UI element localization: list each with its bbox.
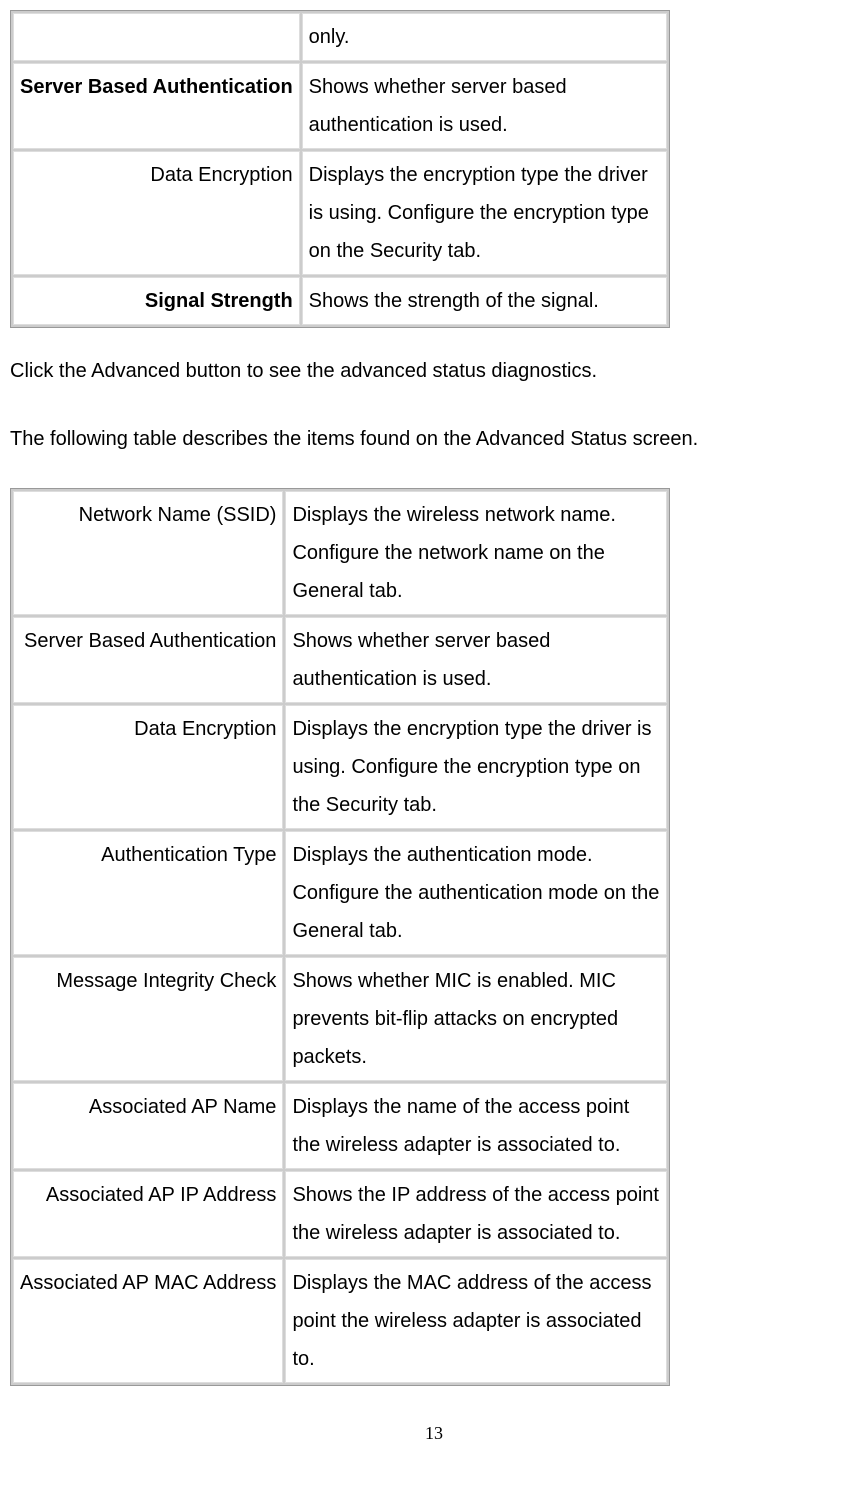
row-description: Shows whether server based authenticatio… [285, 617, 667, 703]
row-label: Network Name (SSID) [13, 491, 283, 615]
advanced-status-table: Network Name (SSID)Displays the wireless… [10, 488, 670, 1386]
row-description: Shows the IP address of the access point… [285, 1171, 667, 1257]
table-row: Signal StrengthShows the strength of the… [13, 277, 667, 325]
table-row: Message Integrity CheckShows whether MIC… [13, 957, 667, 1081]
row-description: Displays the encryption type the driver … [302, 151, 667, 275]
paragraph-advanced-button: Click the Advanced button to see the adv… [10, 352, 858, 390]
page-number: 13 [10, 1416, 858, 1450]
row-label: Associated AP IP Address [13, 1171, 283, 1257]
table-row: Associated AP IP AddressShows the IP add… [13, 1171, 667, 1257]
table-row: Server Based AuthenticationShows whether… [13, 63, 667, 149]
table-row: Network Name (SSID)Displays the wireless… [13, 491, 667, 615]
row-label: Associated AP Name [13, 1083, 283, 1169]
row-description: Displays the authentication mode. Config… [285, 831, 667, 955]
table-row: Data EncryptionDisplays the encryption t… [13, 705, 667, 829]
row-description: Displays the encryption type the driver … [285, 705, 667, 829]
table-row: Data EncryptionDisplays the encryption t… [13, 151, 667, 275]
row-label: Data Encryption [13, 151, 300, 275]
paragraph-advanced-table-intro: The following table describes the items … [10, 420, 858, 458]
row-label: Message Integrity Check [13, 957, 283, 1081]
row-description: Displays the name of the access point th… [285, 1083, 667, 1169]
row-label: Data Encryption [13, 705, 283, 829]
table-row: only. [13, 13, 667, 61]
status-table: only.Server Based AuthenticationShows wh… [10, 10, 670, 328]
row-description: Shows whether server based authenticatio… [302, 63, 667, 149]
table-row: Authentication TypeDisplays the authenti… [13, 831, 667, 955]
row-label: Server Based Authentication [13, 617, 283, 703]
row-label: Associated AP MAC Address [13, 1259, 283, 1383]
row-description: Displays the wireless network name. Conf… [285, 491, 667, 615]
row-label: Signal Strength [13, 277, 300, 325]
row-description: Shows whether MIC is enabled. MIC preven… [285, 957, 667, 1081]
row-description: Displays the MAC address of the access p… [285, 1259, 667, 1383]
row-description: only. [302, 13, 667, 61]
row-description: Shows the strength of the signal. [302, 277, 667, 325]
table-row: Server Based AuthenticationShows whether… [13, 617, 667, 703]
row-label [13, 13, 300, 61]
table-row: Associated AP MAC AddressDisplays the MA… [13, 1259, 667, 1383]
table-row: Associated AP NameDisplays the name of t… [13, 1083, 667, 1169]
row-label: Server Based Authentication [13, 63, 300, 149]
row-label: Authentication Type [13, 831, 283, 955]
